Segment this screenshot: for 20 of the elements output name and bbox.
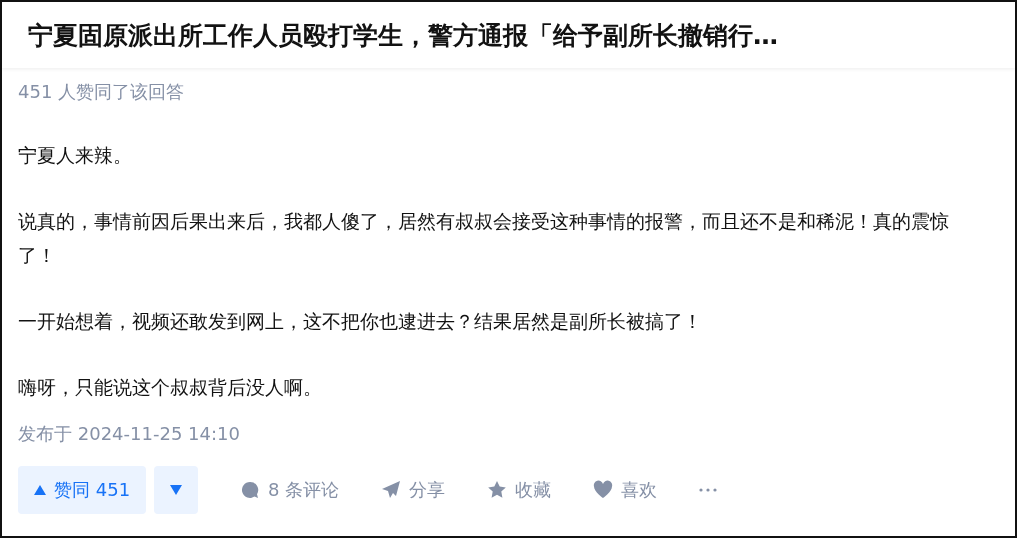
down-triangle-icon: [170, 485, 183, 495]
comment-button[interactable]: 8 条评论: [228, 470, 352, 510]
endorsement-count: 451 人赞同了该回答: [18, 80, 186, 104]
collect-button[interactable]: 收藏: [475, 470, 564, 510]
comment-icon: [240, 480, 261, 500]
downvote-button[interactable]: [154, 466, 199, 514]
upvote-button[interactable]: 赞同 451: [18, 466, 147, 514]
more-icon: [699, 488, 718, 492]
answer-paragraph: 宁夏人来辣。: [18, 143, 133, 168]
answer-paragraph: 一开始想着，视频还敢发到网上，这不把你也逮进去？结果居然是副所长被搞了！: [18, 309, 703, 334]
heart-icon: [593, 480, 614, 500]
answer-paragraph: 说真的，事情前因后果出来后，我都人傻了，居然有叔叔会接受这种事情的报警，而且还不是和稀泥！真的震惊了！: [18, 209, 950, 268]
answer-paragraph: 嗨呀，只能说这个叔叔背后没人啊。: [18, 375, 323, 400]
question-title[interactable]: 宁夏固原派出所工作人员殴打学生，警方通报「给予副所长撤销行…: [28, 18, 778, 52]
share-button[interactable]: 分享: [369, 470, 458, 510]
paper-plane-icon: [381, 480, 402, 500]
publish-date: 发布于 2024-11-25 14:10: [18, 422, 241, 446]
star-icon: [487, 480, 508, 500]
up-triangle-icon: [34, 485, 46, 495]
like-button[interactable]: 喜欢: [581, 470, 670, 510]
